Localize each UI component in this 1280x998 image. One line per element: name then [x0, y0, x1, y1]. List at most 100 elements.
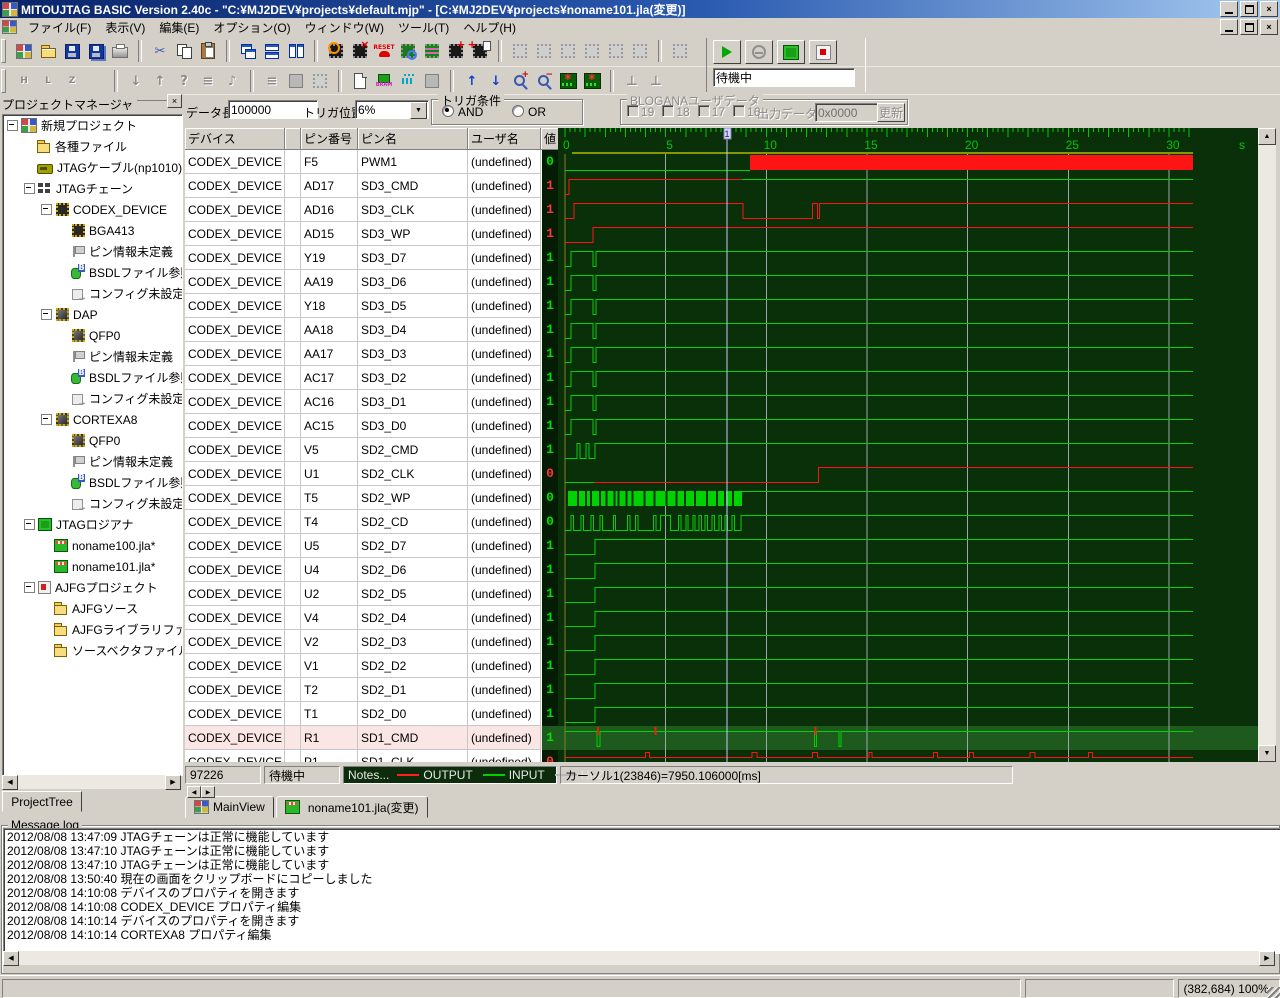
table-row-sd2_wp[interactable]: CODEX_DEVICET5SD2_WP(undefined)	[185, 486, 542, 510]
panel-close-icon[interactable]: ×	[167, 94, 182, 108]
device-view-button[interactable]	[308, 69, 332, 93]
menu-item-6[interactable]: ヘルプ(H)	[456, 20, 523, 36]
tree-item-jtag[interactable]: JTAGチェーン	[3, 178, 182, 199]
minimize-button[interactable]	[1220, 1, 1238, 17]
set-low-button[interactable]: L	[36, 69, 60, 93]
tree-item-codex_device[interactable]: CODEX_DEVICE	[3, 199, 182, 220]
chevron-down-icon[interactable]: ▼	[410, 102, 427, 119]
tree-item-dap[interactable]: DAP	[3, 304, 182, 325]
tree-item-[interactable]: コンフィグ未設定	[3, 283, 182, 304]
block-button[interactable]	[420, 69, 444, 93]
restore-button[interactable]	[1240, 1, 1258, 17]
device-slot-6-button[interactable]	[628, 39, 652, 63]
table-row-sd3_d7[interactable]: CODEX_DEVICEY19SD3_D7(undefined)	[185, 246, 542, 270]
tile-horizontal-button[interactable]	[260, 39, 284, 63]
table-row-sd1_cmd[interactable]: CODEX_DEVICER1SD1_CMD(undefined)	[185, 726, 542, 750]
tree-item-[interactable]: コンフィグ未設定	[3, 388, 182, 409]
table-row-sd3_d4[interactable]: CODEX_DEVICEAA18SD3_D4(undefined)	[185, 318, 542, 342]
plug-1-button[interactable]: ⊥	[620, 69, 644, 93]
tree-item-[interactable]: 新規プロジェクト	[3, 115, 182, 136]
add-device-file-button[interactable]: +	[468, 39, 492, 63]
tree-item-qfp0[interactable]: QFP0	[3, 325, 182, 346]
table-row-sd2_cd[interactable]: CODEX_DEVICET4SD2_CD(undefined)	[185, 510, 542, 534]
device-slot-3-button[interactable]	[556, 39, 580, 63]
tree-item-[interactable]: ピン情報未定義	[3, 451, 182, 472]
collapse-icon[interactable]	[41, 309, 52, 320]
table-row-sd1_clk[interactable]: CODEX_DEVICEP1SD1_CLK(undefined)	[185, 750, 542, 762]
table-row-sd2_d5[interactable]: CODEX_DEVICEU2SD2_D5(undefined)	[185, 582, 542, 606]
legend-notes[interactable]: Notes...	[348, 768, 389, 782]
table-row-sd2_clk[interactable]: CODEX_DEVICEU1SD2_CLK(undefined)	[185, 462, 542, 486]
print-button[interactable]	[108, 39, 132, 63]
tile-vertical-button[interactable]	[284, 39, 308, 63]
tree-item-bsdl[interactable]: BSDLファイル参照	[3, 472, 182, 493]
tree-item-bga413[interactable]: BGA413	[3, 220, 182, 241]
boundary-scan-view-button[interactable]	[420, 39, 444, 63]
collapse-icon[interactable]	[41, 414, 52, 425]
table-row-sd3_clk[interactable]: CODEX_DEVICEAD16SD3_CLK(undefined)	[185, 198, 542, 222]
tree-item-bsdl[interactable]: BSDLファイル参照	[3, 262, 182, 283]
header-user[interactable]: ユーザ名	[468, 128, 541, 150]
disconnect-chain-button[interactable]: ×	[348, 39, 372, 63]
table-row-sd2_cmd[interactable]: CODEX_DEVICEV5SD2_CMD(undefined)	[185, 438, 542, 462]
waveform-settings-button[interactable]	[396, 69, 420, 93]
scroll-down-icon[interactable]: ▼	[1258, 745, 1276, 762]
child-restore-button[interactable]	[1240, 19, 1258, 35]
table-row-sd2_d4[interactable]: CODEX_DEVICEV4SD2_D4(undefined)	[185, 606, 542, 630]
new-waveform-button[interactable]	[348, 69, 372, 93]
plug-2-button[interactable]: ⊥	[644, 69, 668, 93]
save-button[interactable]	[60, 39, 84, 63]
pin-list-button[interactable]: ≡	[260, 69, 284, 93]
set-high-button[interactable]: H	[12, 69, 36, 93]
wave-zoom-out-button[interactable]: ∗	[580, 69, 604, 93]
scroll-right-icon[interactable]: ▶	[1259, 951, 1275, 966]
table-row-sd2_d1[interactable]: CODEX_DEVICET2SD2_D1(undefined)	[185, 678, 542, 702]
tree-item-qfp0[interactable]: QFP0	[3, 430, 182, 451]
output-data-input[interactable]	[815, 103, 879, 122]
tree-item-ajfg[interactable]: AJFGライブラリファイル	[3, 619, 182, 640]
tree-item-bsdl[interactable]: BSDLファイル参照	[3, 367, 182, 388]
write-device-button[interactable]: ↓	[124, 69, 148, 93]
collapse-icon[interactable]	[24, 183, 35, 194]
tab-scroll-right-icon[interactable]: ▶	[201, 786, 215, 798]
trigger-or-radio[interactable]: OR	[512, 105, 546, 119]
blogana-check-17[interactable]: 17	[698, 105, 725, 119]
view-tab-mainview[interactable]: MainView	[185, 796, 274, 818]
tree-item-jtag[interactable]: JTAGロジアナ	[3, 514, 182, 535]
header-value[interactable]: 値	[541, 128, 559, 150]
table-row-sd2_d0[interactable]: CODEX_DEVICET1SD2_D0(undefined)	[185, 702, 542, 726]
open-button[interactable]	[36, 39, 60, 63]
collapse-icon[interactable]	[7, 120, 18, 131]
tree-item-noname101jla[interactable]: noname101.jla*	[3, 556, 182, 577]
waveform-canvas[interactable]: 051015202530s1	[558, 128, 1258, 762]
table-row-sd3_d1[interactable]: CODEX_DEVICEAC16SD3_D1(undefined)	[185, 390, 542, 414]
device-slot-5-button[interactable]	[604, 39, 628, 63]
trigger-position-select[interactable]: 6% ▼	[355, 100, 429, 119]
table-row-sd3_wp[interactable]: CODEX_DEVICEAD15SD3_WP(undefined)	[185, 222, 542, 246]
autodetect-device-button[interactable]	[396, 39, 420, 63]
tree-item-noname100jla[interactable]: noname100.jla*	[3, 535, 182, 556]
table-row-sd3_d3[interactable]: CODEX_DEVICEAA17SD3_D3(undefined)	[185, 342, 542, 366]
tree-item-[interactable]: ソースベクタファイル	[3, 640, 182, 661]
close-button[interactable]: ×	[1260, 1, 1278, 17]
blogana-check-18[interactable]: 18	[662, 105, 689, 119]
child-close-button[interactable]: ×	[1260, 19, 1278, 35]
trigger-and-radio[interactable]: AND	[442, 105, 483, 119]
header-name[interactable]: ピン名	[358, 128, 468, 150]
menu-item-5[interactable]: ツール(T)	[391, 20, 456, 36]
tree-item-jtagnp1010[interactable]: JTAGケーブル(np1010)	[3, 157, 182, 178]
tree-item-[interactable]: ピン情報未定義	[3, 241, 182, 262]
read-device-button[interactable]: ↑	[148, 69, 172, 93]
header-device[interactable]: デバイス	[185, 128, 285, 150]
blogana-check-19[interactable]: 19	[627, 105, 654, 119]
message-log-hscrollbar[interactable]: ◀ ▶	[3, 951, 1275, 965]
collapse-icon[interactable]	[24, 582, 35, 593]
update-button[interactable]: 更新	[877, 103, 905, 122]
message-log-list[interactable]: 2012/08/08 13:47:09 JTAGチェーンは正常に機能しています2…	[3, 828, 1280, 954]
gray-box-button[interactable]	[284, 69, 308, 93]
table-row-sd2_d6[interactable]: CODEX_DEVICEU4SD2_D6(undefined)	[185, 558, 542, 582]
menu-item-1[interactable]: 表示(V)	[98, 20, 152, 36]
header-pin[interactable]: ピン番号	[301, 128, 358, 150]
erase-device-button[interactable]: ≡	[196, 69, 220, 93]
table-row-sd3_d5[interactable]: CODEX_DEVICEY18SD3_D5(undefined)	[185, 294, 542, 318]
